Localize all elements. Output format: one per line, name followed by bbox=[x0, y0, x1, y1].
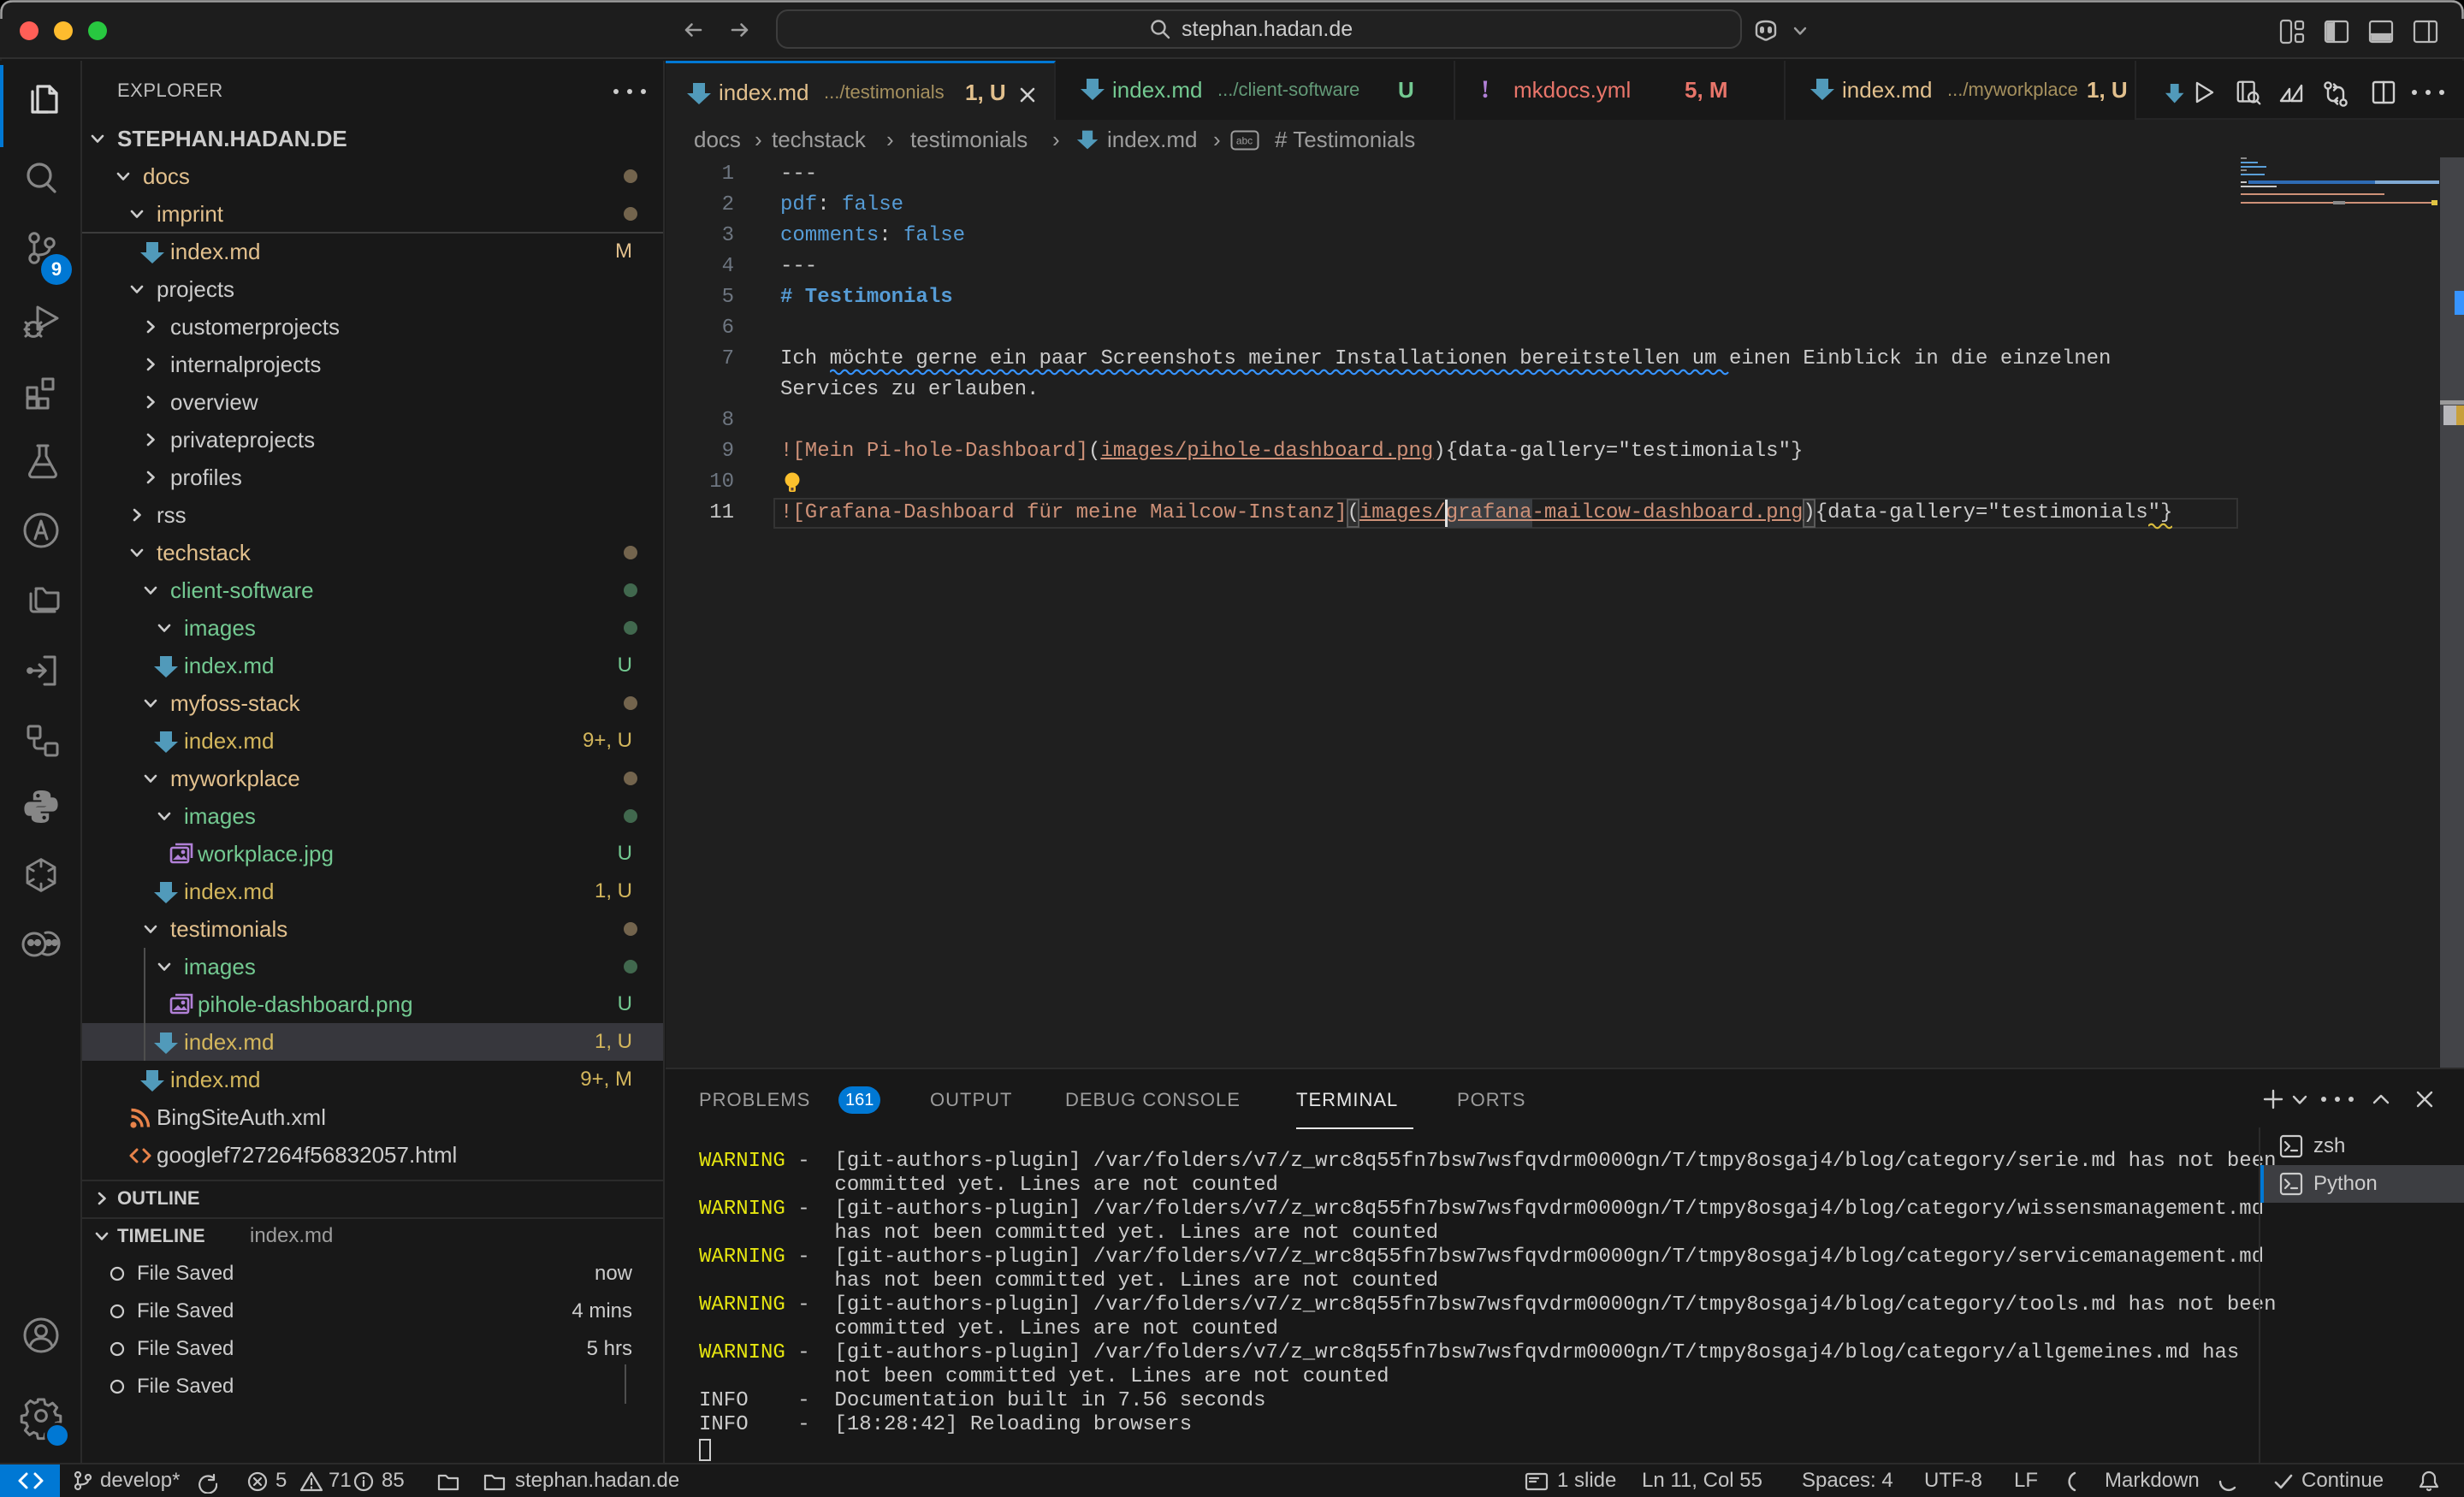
svg-text:abc: abc bbox=[1236, 135, 1253, 147]
